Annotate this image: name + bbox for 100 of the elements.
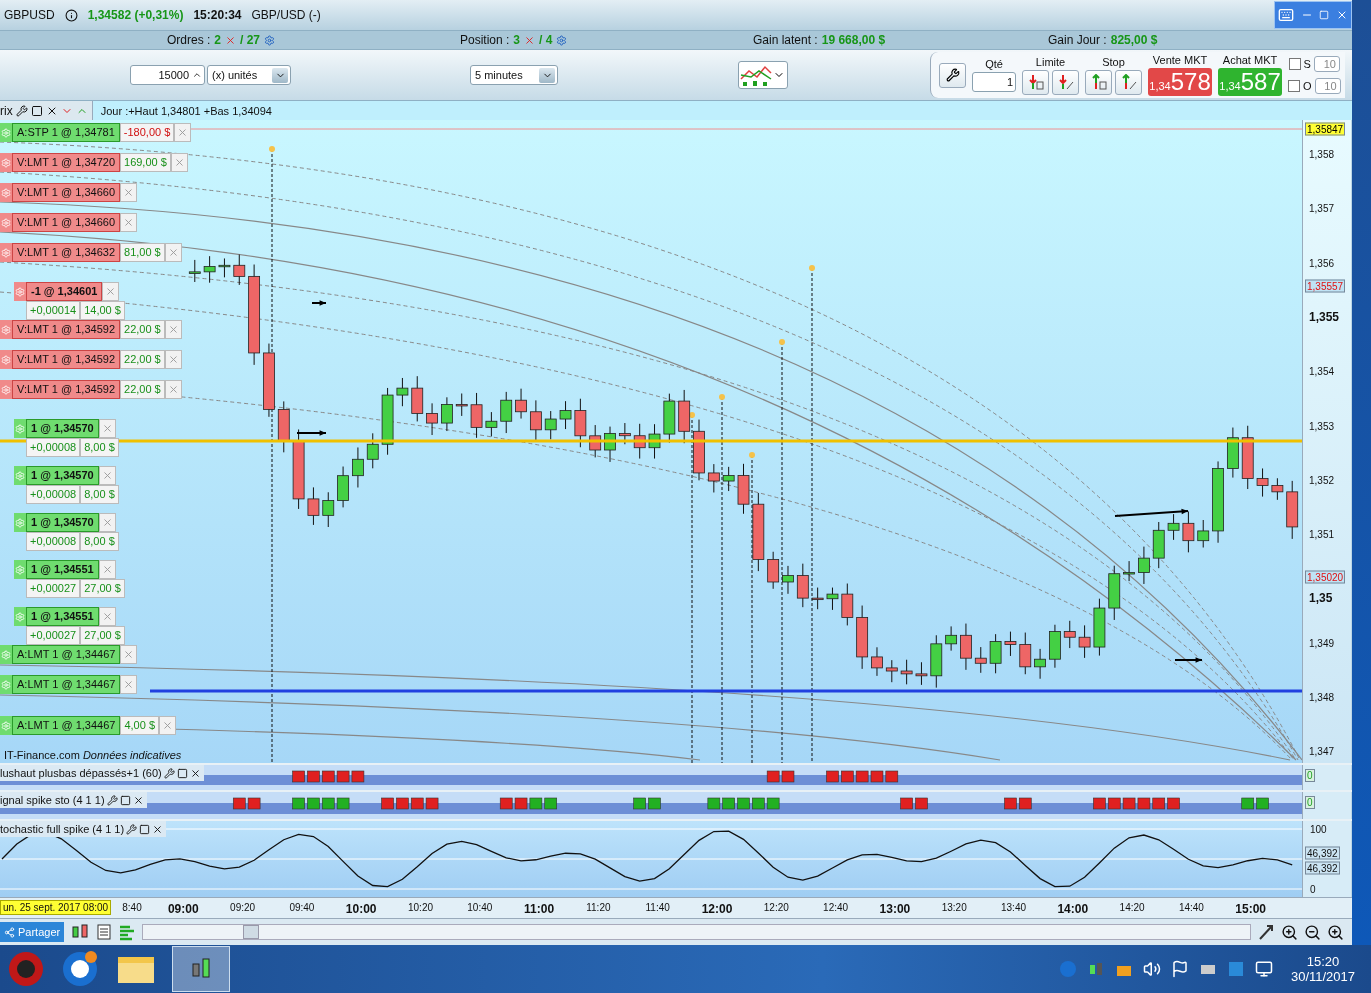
option-label: O bbox=[1303, 80, 1312, 92]
option-field[interactable]: 10 bbox=[1314, 78, 1341, 94]
stop-label: Stop bbox=[1102, 55, 1125, 68]
info-label: Gain latent : bbox=[753, 33, 818, 47]
axis-tick: 1,353 bbox=[1309, 420, 1335, 431]
share-button[interactable]: Partager bbox=[0, 922, 65, 942]
order-label[interactable]: V:LMT 1 @ 1,34660 bbox=[12, 213, 120, 232]
time-tick: 13:00 bbox=[879, 902, 911, 916]
pnl-value: 169,00 $ bbox=[120, 153, 171, 172]
price-marker: 1,35847 bbox=[1305, 122, 1346, 136]
position-label[interactable]: -1 @ 1,34601 bbox=[26, 282, 103, 301]
scale-label: 46,392 bbox=[1305, 846, 1340, 860]
pnl-value: 22,00 $ bbox=[120, 320, 165, 339]
axis-tick: 1,347 bbox=[1309, 745, 1335, 757]
info-total: / 27 bbox=[240, 33, 261, 47]
order-label[interactable]: V:LMT 1 @ 1,34592 bbox=[12, 350, 120, 369]
time-tick: 11:40 bbox=[645, 902, 670, 913]
order-label[interactable]: A:LMT 1 @ 1,34467 bbox=[12, 675, 121, 694]
info-label: Ordres : bbox=[167, 33, 211, 47]
indicator-title: lushaut plusbas dépassés+1 (60) bbox=[0, 767, 162, 779]
quantity-field[interactable]: 15000 bbox=[130, 65, 205, 85]
pnl-value: 14,00 $ bbox=[80, 301, 125, 320]
gain-value: 19 668,00 $ bbox=[821, 33, 886, 47]
axis-tick: 1,35 bbox=[1309, 591, 1333, 606]
order-label[interactable]: V:LMT 1 @ 1,34632 bbox=[12, 243, 120, 262]
time-tick: 10:40 bbox=[467, 902, 493, 913]
indicator-value: 0 bbox=[1305, 769, 1315, 782]
instrument-name: GBP/USD (-) bbox=[251, 8, 321, 22]
axis-tick: 1,348 bbox=[1309, 691, 1335, 703]
info-total: / 4 bbox=[539, 33, 553, 47]
price-marker: 1,35020 bbox=[1305, 570, 1346, 584]
time-tick: 09:40 bbox=[289, 902, 315, 913]
axis-tick: 1,354 bbox=[1309, 365, 1335, 377]
axis-tick: 1,358 bbox=[1309, 148, 1335, 160]
quantity-label: Qté bbox=[985, 58, 1003, 70]
scale-label: 46,392 bbox=[1305, 861, 1340, 875]
time-tick: 15:00 bbox=[1235, 902, 1267, 916]
gain-value: 825,00 $ bbox=[1110, 33, 1158, 47]
quote-time: 15:20:34 bbox=[193, 8, 242, 22]
indicator-value: 0 bbox=[1305, 796, 1315, 809]
time-tick: 13:20 bbox=[941, 902, 967, 913]
pnl-value: 27,00 $ bbox=[80, 579, 125, 598]
unit-select[interactable]: (x) unités bbox=[207, 65, 291, 85]
source-note: IT-Finance.com Données indicatives bbox=[4, 749, 182, 761]
time-tick: 11:00 bbox=[524, 902, 555, 916]
order-label[interactable]: V:LMT 1 @ 1,34592 bbox=[12, 380, 120, 399]
indicator-title: tochastic full spike (4 1 1) bbox=[0, 823, 125, 835]
info-count: 3 bbox=[513, 33, 521, 47]
position-label[interactable]: 1 @ 1,34570 bbox=[26, 513, 99, 532]
pnl-value: 27,00 $ bbox=[80, 626, 125, 645]
order-label[interactable]: V:LMT 1 @ 1,34720 bbox=[12, 153, 120, 172]
order-label[interactable]: A:LMT 1 @ 1,34467 bbox=[12, 645, 121, 664]
pnl-value: 22,00 $ bbox=[120, 350, 165, 369]
price-delta: +0,00014 bbox=[26, 301, 81, 320]
position-label[interactable]: 1 @ 1,34570 bbox=[26, 419, 99, 438]
interval-select[interactable]: 5 minutes bbox=[470, 65, 558, 85]
time-tick: 09:20 bbox=[230, 902, 256, 913]
start-date: un. 25 sept. 2017 08:00 bbox=[0, 900, 112, 915]
axis-tick: 1,349 bbox=[1309, 637, 1335, 649]
last-price: 1,34582 (+0,31%) bbox=[87, 8, 184, 22]
pnl-value: 22,00 $ bbox=[120, 380, 165, 399]
time-tick: 10:20 bbox=[408, 902, 433, 913]
option-field[interactable]: 10 bbox=[1313, 56, 1340, 72]
time-tick: 10:00 bbox=[345, 902, 377, 916]
order-label[interactable]: V:LMT 1 @ 1,34592 bbox=[12, 320, 120, 339]
symbol-label[interactable]: GBPUSD bbox=[4, 8, 55, 22]
time-tick: 14:40 bbox=[1178, 902, 1204, 913]
pnl-value: 4,00 $ bbox=[120, 716, 159, 735]
time-tick: 09:00 bbox=[167, 902, 199, 916]
order-label[interactable]: V:LMT 1 @ 1,34660 bbox=[12, 183, 120, 202]
time-tick: 12:40 bbox=[823, 902, 849, 913]
pnl-value: 8,00 $ bbox=[80, 485, 119, 504]
position-label[interactable]: 1 @ 1,34551 bbox=[26, 560, 99, 579]
limit-label: Limite bbox=[1035, 55, 1066, 68]
time-tick: 13:40 bbox=[1001, 902, 1026, 913]
pnl-value: 8,00 $ bbox=[80, 438, 119, 457]
price-delta: +0,00027 bbox=[26, 579, 81, 598]
info-label: Position : bbox=[460, 33, 510, 47]
sell-button[interactable]: 1,34578 bbox=[1148, 68, 1212, 96]
position-label[interactable]: 1 @ 1,34551 bbox=[26, 607, 99, 626]
order-label[interactable]: A:LMT 1 @ 1,34467 bbox=[12, 716, 121, 735]
order-quantity-field[interactable]: 1 bbox=[972, 72, 1016, 92]
option-label: S bbox=[1303, 58, 1311, 70]
price-delta: +0,00027 bbox=[26, 626, 81, 645]
time-tick: 12:00 bbox=[701, 902, 733, 916]
clock[interactable]: 15:20 30/11/2017 bbox=[1283, 954, 1363, 984]
price-delta: +0,00008 bbox=[26, 485, 81, 504]
price-delta: +0,00008 bbox=[26, 532, 81, 551]
axis-tick: 1,351 bbox=[1309, 528, 1335, 540]
price-marker: 1,35557 bbox=[1305, 279, 1346, 293]
info-count: 2 bbox=[214, 33, 222, 47]
position-label[interactable]: 1 @ 1,34570 bbox=[26, 466, 99, 485]
order-label[interactable]: A:STP 1 @ 1,34781 bbox=[12, 123, 120, 142]
scale-label: 0 bbox=[1309, 883, 1317, 895]
axis-tick: 1,355 bbox=[1309, 309, 1340, 324]
time-tick: 8:40 bbox=[122, 902, 142, 913]
market-label: Vente MKT bbox=[1152, 54, 1208, 66]
day-range: Jour :+Haut 1,34801 +Bas 1,34094 bbox=[100, 104, 272, 117]
axis-tick: 1,356 bbox=[1309, 257, 1335, 269]
pnl-value: 8,00 $ bbox=[80, 532, 119, 551]
